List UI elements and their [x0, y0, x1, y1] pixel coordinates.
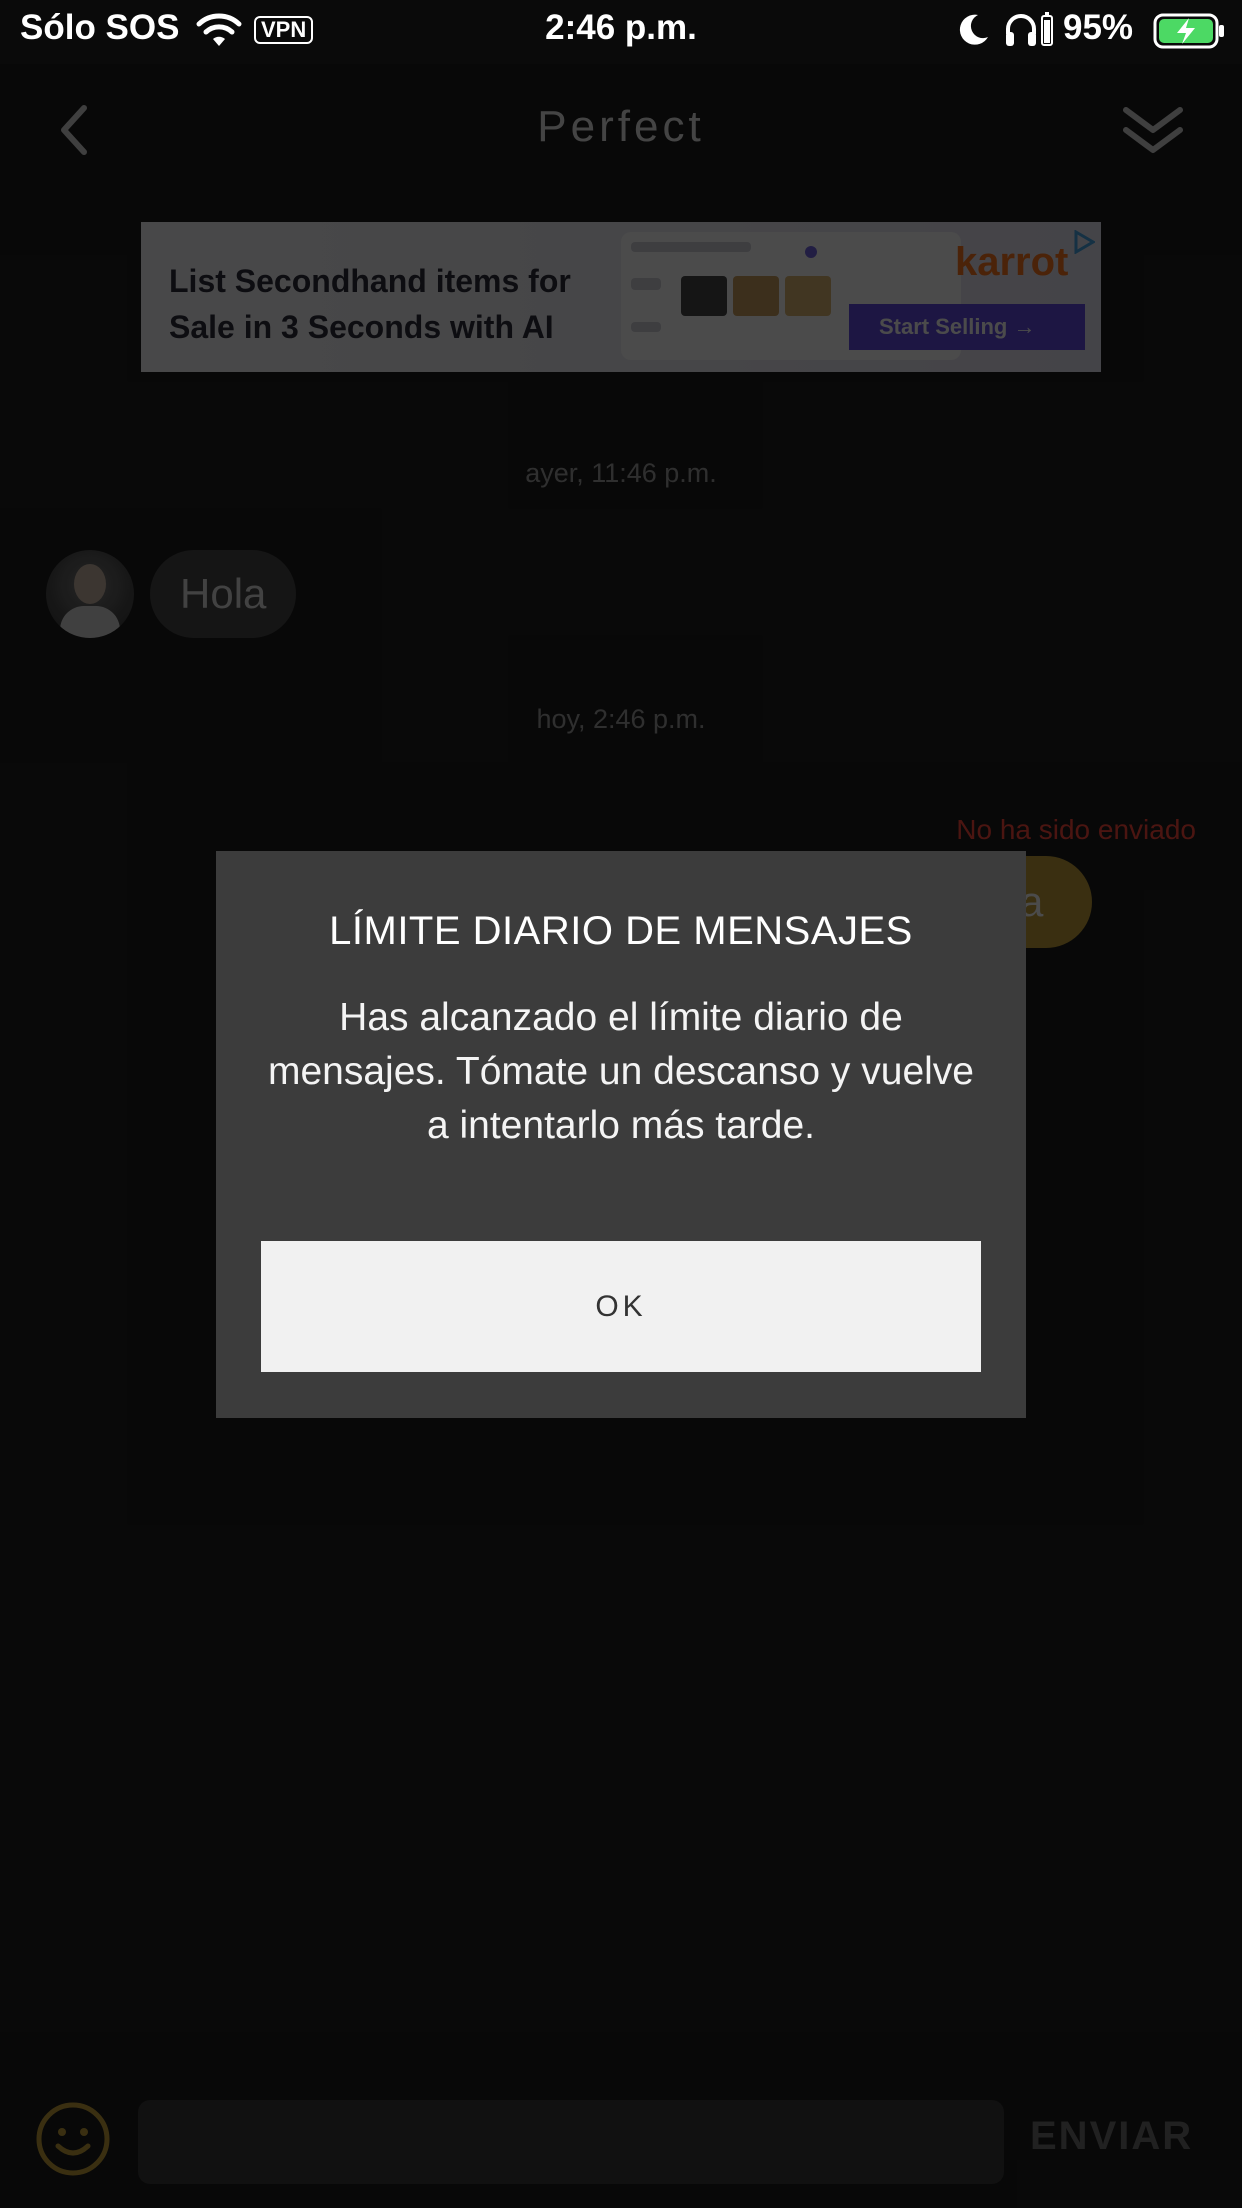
ok-button[interactable]: OK	[261, 1241, 981, 1372]
clock: 2:46 p.m.	[545, 8, 697, 47]
daily-limit-dialog: LÍMITE DIARIO DE MENSAJES Has alcanzado …	[216, 851, 1026, 1418]
headphones-icon	[1006, 14, 1036, 46]
battery-icon	[1153, 13, 1224, 49]
status-bar: Sólo SOS VPN 2:46 p.m. 95%	[0, 0, 1242, 64]
dialog-title: LÍMITE DIARIO DE MENSAJES	[329, 909, 913, 953]
headphones-battery-icon	[1041, 12, 1053, 46]
dialog-message: Has alcanzado el límite diario de mensaj…	[268, 996, 974, 1147]
battery-percent: 95%	[1063, 8, 1134, 47]
moon-icon	[959, 14, 988, 45]
